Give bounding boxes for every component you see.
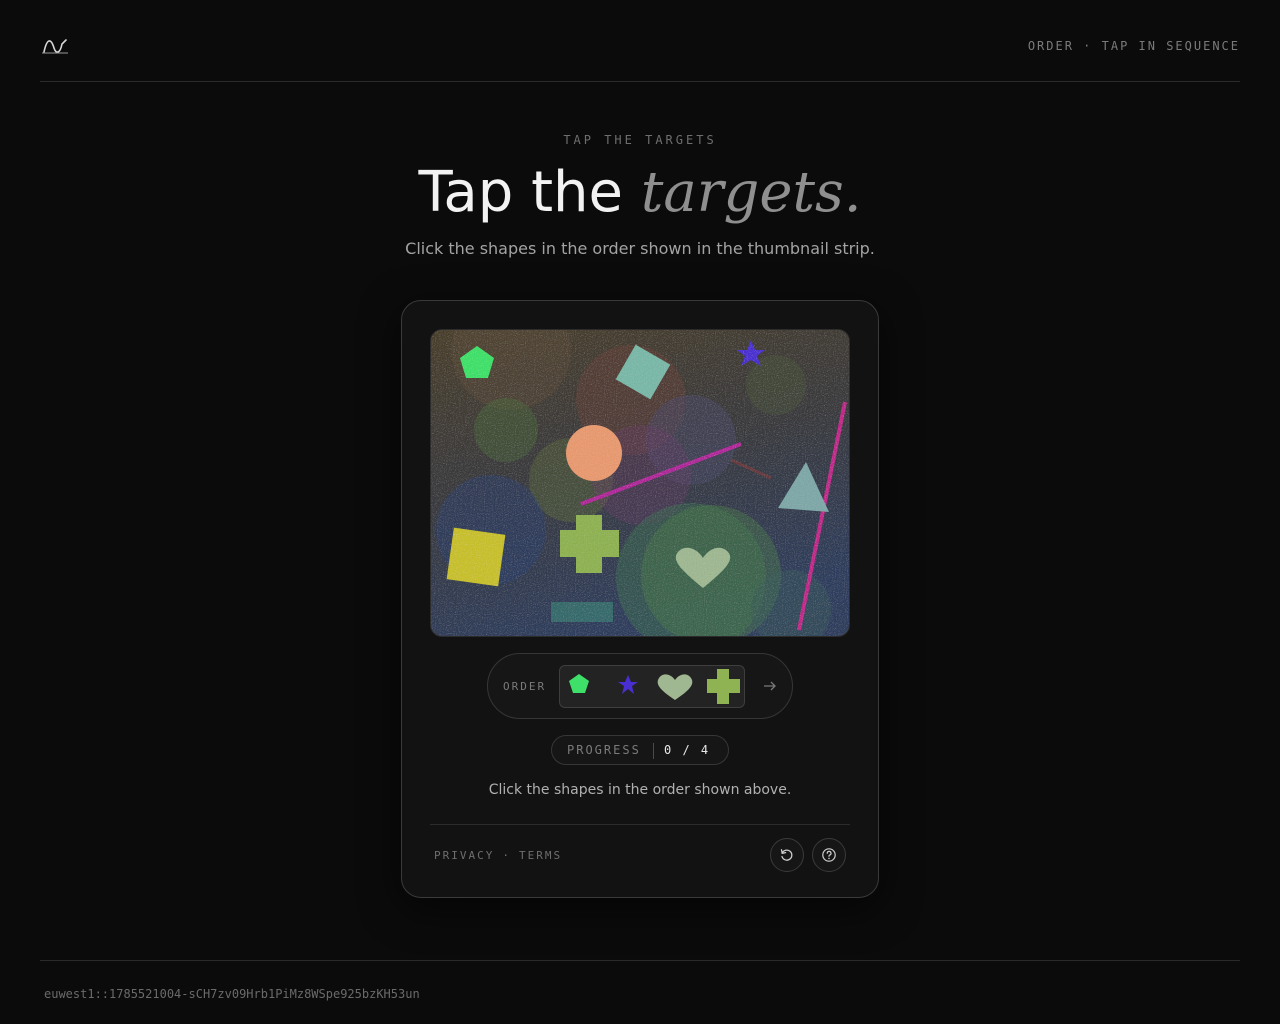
order-strip: ORDER <box>487 653 793 719</box>
header: ORDER · TAP IN SEQUENCE <box>40 0 1240 82</box>
help-icon <box>822 848 836 862</box>
page-title: Tap the targets. <box>0 158 1280 228</box>
footer-divider <box>40 960 1240 961</box>
challenge-scene[interactable] <box>431 330 850 637</box>
arrow-right-icon[interactable] <box>758 674 782 698</box>
progress-indicator: PROGRESS 0 / 4 <box>551 735 729 765</box>
order-label: ORDER <box>503 680 547 693</box>
thumb-cross <box>707 669 740 704</box>
challenge-canvas[interactable] <box>430 329 850 637</box>
link-separator: · <box>502 849 511 862</box>
help-button[interactable] <box>812 838 846 872</box>
thumbnail-strip <box>559 665 745 708</box>
shape-square[interactable] <box>446 527 506 587</box>
terms-link[interactable]: TERMS <box>519 849 562 862</box>
card-divider <box>430 824 850 825</box>
refresh-button[interactable] <box>770 838 804 872</box>
shape-circle[interactable] <box>566 425 622 481</box>
progress-label: PROGRESS <box>567 743 641 757</box>
thumb-star <box>618 675 638 694</box>
progress-value: 0 / 4 <box>664 743 711 757</box>
thumb-heart <box>657 674 693 700</box>
header-tag: ORDER · TAP IN SEQUENCE <box>1027 39 1240 53</box>
wave-logo-icon <box>42 39 68 54</box>
refresh-icon <box>780 849 793 861</box>
bg-bar <box>551 602 613 622</box>
challenge-card: ORDER PROGRESS 0 / 4 Click the shapes in… <box>401 300 879 898</box>
thumb-pentagon <box>569 674 589 693</box>
bg-blob <box>746 355 806 415</box>
session-id: euwest1::1785521004-sCH7zv09Hrb1PiMz8WSp… <box>44 987 420 1001</box>
subtitle: Click the shapes in the order shown in t… <box>405 239 875 258</box>
bg-blob <box>474 398 538 462</box>
instruction-text: Click the shapes in the order shown abov… <box>488 782 792 798</box>
privacy-link[interactable]: PRIVACY <box>434 849 494 862</box>
eyebrow: TAP THE TARGETS <box>563 133 717 147</box>
progress-divider <box>653 743 654 759</box>
title-plain: Tap the <box>418 160 623 225</box>
footer-links: PRIVACY · TERMS <box>434 849 562 862</box>
title-italic: targets. <box>640 160 862 225</box>
